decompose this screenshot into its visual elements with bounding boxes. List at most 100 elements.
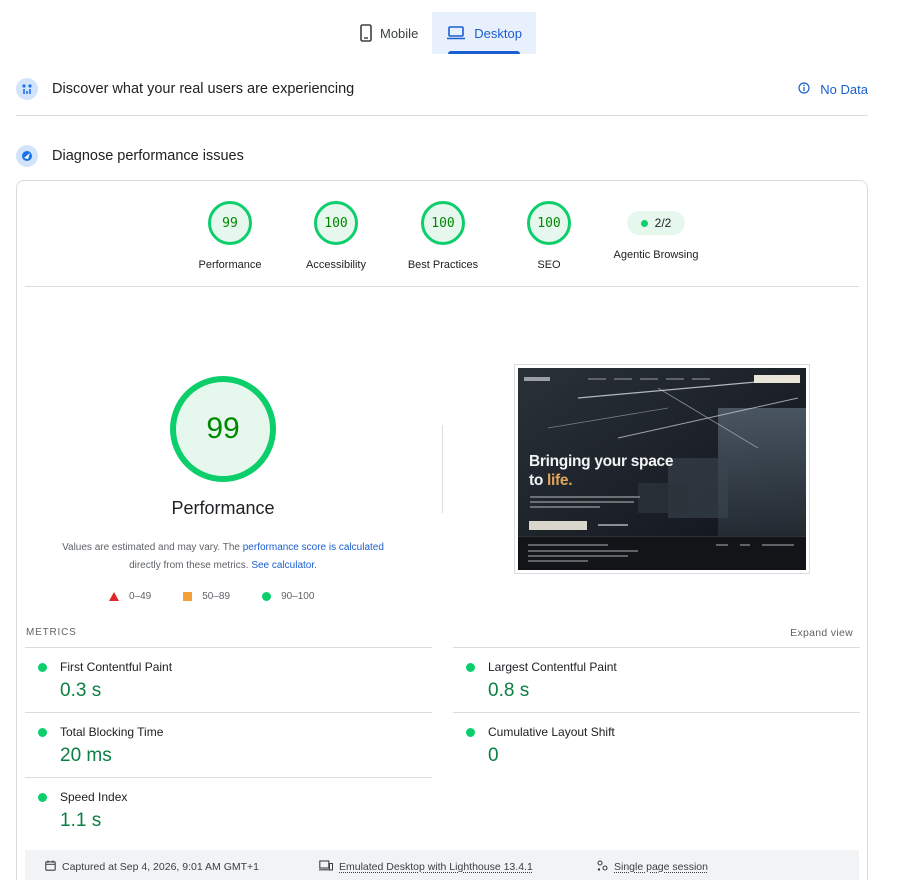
circle-icon	[262, 592, 272, 601]
score-note: Values are estimated and may vary. The p…	[57, 539, 389, 575]
headline-line: to	[529, 472, 548, 489]
diagnose-title: Diagnose performance issues	[52, 148, 244, 164]
metric-total-blocking-time: Total Blocking Time 20 ms	[25, 712, 432, 777]
pass-circle-icon	[466, 728, 475, 737]
runtime-settings: Captured at Sep 4, 2026, 9:01 AM GMT+1 E…	[25, 850, 859, 880]
tab-mobile[interactable]: Mobile	[346, 12, 432, 54]
metric-name: Speed Index	[60, 790, 128, 804]
gauge-label: SEO	[537, 259, 561, 271]
no-data-label: No Data	[820, 81, 868, 97]
pass-circle-icon	[466, 663, 475, 672]
metric-name: Largest Contentful Paint	[488, 660, 617, 674]
metrics-title: METRICS	[26, 627, 77, 638]
agentic-score: 2/2	[654, 216, 672, 230]
triangle-icon	[109, 592, 119, 601]
info-icon	[798, 81, 810, 97]
laptop-icon	[446, 26, 466, 40]
lighthouse-icon	[16, 145, 38, 167]
metric-name: Total Blocking Time	[60, 725, 164, 739]
final-screenshot[interactable]: Bringing your space to life.	[514, 364, 810, 574]
gauge-label: Accessibility	[306, 259, 366, 271]
metric-name: Cumulative Layout Shift	[488, 725, 615, 739]
note-text: .	[314, 560, 317, 571]
session-icon	[596, 859, 608, 875]
pass-circle-icon	[38, 793, 47, 802]
pass-dot-icon	[640, 219, 648, 227]
tab-desktop-label: Desktop	[474, 25, 522, 41]
legend-range: 0–49	[129, 591, 152, 602]
metric-largest-contentful-paint: Largest Contentful Paint 0.8 s	[453, 647, 860, 712]
session-text: Single page session	[614, 861, 708, 873]
note-text: Values are estimated and may vary. The	[62, 542, 243, 553]
no-data-indicator[interactable]: No Data	[798, 82, 868, 97]
legend-pass: 90–100	[262, 591, 314, 602]
screenshot-footer	[518, 536, 806, 570]
gauge-performance[interactable]: 99 Performance	[175, 201, 285, 271]
pass-circle-icon	[38, 663, 47, 672]
session-type[interactable]: Single page session	[596, 859, 708, 875]
screenshot-cta	[754, 375, 800, 383]
metric-value: 0.3 s	[60, 680, 102, 701]
metric-value: 1.1 s	[60, 810, 102, 831]
phone-icon	[360, 24, 372, 42]
tab-mobile-label: Mobile	[380, 25, 419, 41]
emulated-text: Emulated Desktop with Lighthouse 13.4.1	[339, 861, 533, 873]
gauge-best-practices[interactable]: 100 Best Practices	[388, 201, 498, 271]
diagnose-section: Diagnose performance issues	[16, 141, 868, 171]
calendar-icon	[45, 860, 56, 874]
performance-summary: 99 Performance	[17, 376, 429, 519]
lighthouse-report-card: 99 Performance 100 Accessibility 100 Bes…	[16, 180, 868, 880]
legend-fail: 0–49	[109, 591, 151, 602]
gauge-label: Performance	[198, 259, 262, 271]
screenshot-nav	[524, 374, 800, 384]
headline-accent: life.	[547, 472, 573, 489]
gauge-accessibility[interactable]: 100 Accessibility	[281, 201, 391, 271]
legend-average: 50–89	[183, 591, 230, 602]
legend-range: 50–89	[202, 591, 231, 602]
discover-section: Discover what your real users are experi…	[16, 74, 868, 104]
metrics-header: METRICS Expand view	[26, 627, 853, 639]
screenshot-preview: Bringing your space to life.	[518, 368, 806, 570]
captured-at: Captured at Sep 4, 2026, 9:01 AM GMT+1	[45, 860, 259, 874]
performance-big-score: 99	[170, 376, 276, 482]
device-tabs: Mobile Desktop	[346, 12, 536, 54]
metric-name: First Contentful Paint	[60, 660, 173, 674]
metric-value: 0.8 s	[488, 680, 530, 701]
summary-divider	[442, 425, 443, 513]
screenshot-headline: Bringing your space to life.	[529, 452, 673, 490]
gauge-label: Agentic Browsing	[613, 249, 699, 261]
gauge-score: 100	[527, 201, 571, 245]
category-gauges: 99 Performance 100 Accessibility 100 Bes…	[17, 201, 867, 281]
emulated-device[interactable]: Emulated Desktop with Lighthouse 13.4.1	[319, 860, 533, 874]
performance-title: Performance	[171, 498, 275, 518]
captured-text: Captured at Sep 4, 2026, 9:01 AM GMT+1	[62, 861, 259, 873]
metric-cumulative-layout-shift: Cumulative Layout Shift 0	[453, 712, 860, 777]
headline-line: Bringing your space	[529, 453, 674, 470]
expand-view-button[interactable]: Expand view	[790, 627, 853, 639]
tab-desktop[interactable]: Desktop	[432, 12, 536, 54]
legend-range: 90–100	[281, 591, 315, 602]
see-calculator-link[interactable]: See calculator	[251, 560, 314, 571]
pass-circle-icon	[38, 728, 47, 737]
devices-icon	[319, 860, 333, 874]
screenshot-button	[529, 521, 587, 530]
performance-score-link[interactable]: performance score is calculated	[243, 542, 384, 553]
metric-speed-index: Speed Index 1.1 s	[25, 777, 432, 842]
users-chart-icon	[16, 78, 38, 100]
agentic-pill: 2/2	[626, 211, 686, 235]
gauge-score: 100	[421, 201, 465, 245]
square-icon	[183, 592, 193, 601]
gauge-seo[interactable]: 100 SEO	[494, 201, 604, 271]
gauge-score: 100	[314, 201, 358, 245]
screenshot-navlinks	[588, 378, 710, 380]
gauge-score: 99	[208, 201, 252, 245]
metric-value: 0	[488, 745, 499, 766]
metric-value: 20 ms	[60, 745, 112, 766]
screenshot-link	[598, 524, 628, 526]
screenshot-logo	[524, 377, 550, 381]
metric-first-contentful-paint: First Contentful Paint 0.3 s	[25, 647, 432, 712]
gauge-agentic-browsing[interactable]: 2/2 Agentic Browsing	[601, 201, 711, 261]
score-legend: 0–49 50–89 90–100	[109, 591, 314, 602]
section-divider	[16, 115, 868, 116]
discover-title: Discover what your real users are experi…	[52, 81, 355, 97]
